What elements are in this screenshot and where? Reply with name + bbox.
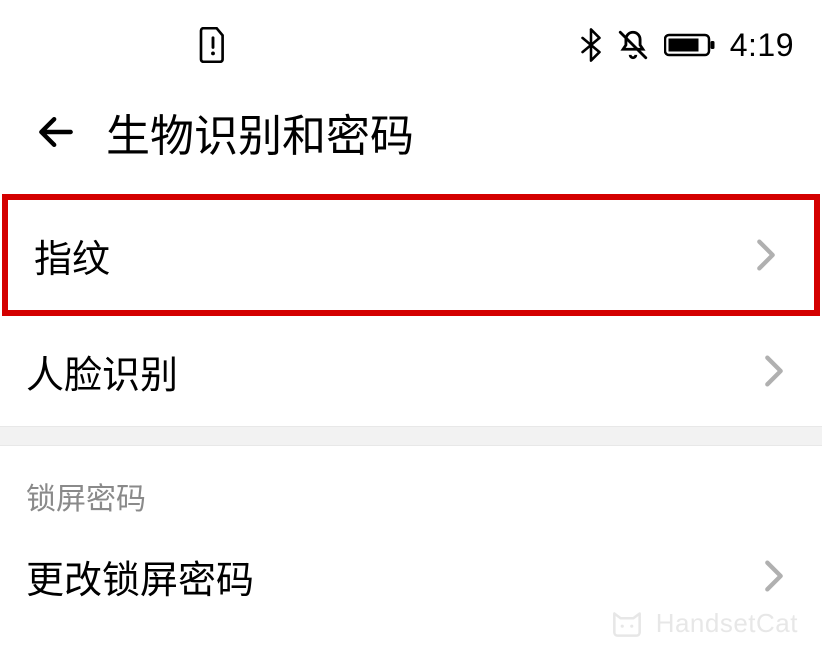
row-face-recognition[interactable]: 人脸识别 [0, 316, 822, 426]
row-change-password[interactable]: 更改锁屏密码 [0, 524, 822, 628]
row-label-face: 人脸识别 [26, 344, 178, 399]
chevron-right-icon [764, 354, 784, 388]
sim-alert-icon [198, 27, 228, 63]
page-title: 生物识别和密码 [106, 100, 414, 164]
row-label-change-password: 更改锁屏密码 [26, 549, 254, 604]
battery-icon [664, 32, 716, 58]
row-fingerprint[interactable]: 指纹 [8, 200, 814, 310]
section-header-lockscreen: 锁屏密码 [0, 446, 822, 524]
status-right: 4:19 [580, 27, 794, 64]
chevron-right-icon [756, 238, 776, 272]
settings-list: 指纹 人脸识别 锁屏密码 更改锁屏密码 [0, 194, 822, 628]
section-divider [0, 426, 822, 446]
row-label-fingerprint: 指纹 [34, 228, 110, 283]
highlight-box: 指纹 [2, 194, 820, 316]
status-bar: 4:19 [0, 0, 822, 90]
page-header: 生物识别和密码 [0, 90, 822, 194]
bluetooth-icon [580, 28, 602, 62]
dnd-bell-off-icon [616, 28, 650, 62]
back-arrow-icon[interactable] [34, 110, 78, 154]
status-left [198, 27, 228, 63]
chevron-right-icon [764, 559, 784, 593]
status-time: 4:19 [730, 27, 794, 64]
